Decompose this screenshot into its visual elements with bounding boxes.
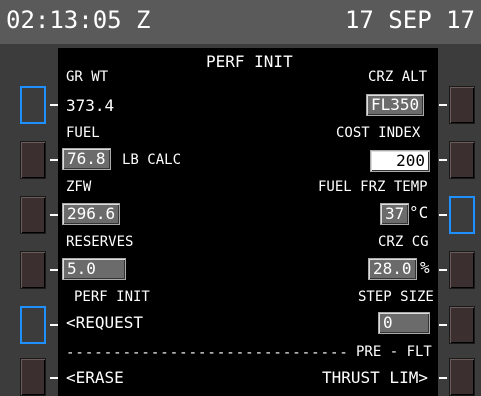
crz-cg-unit: % xyxy=(420,258,430,277)
divider-line: ------------------------------ xyxy=(66,345,349,361)
date-display: 17 SEP 17 xyxy=(344,6,475,34)
time-display: 02:13:05 Z xyxy=(6,6,151,34)
lsk-4l[interactable] xyxy=(20,251,46,289)
lsk-1r-tick xyxy=(439,104,447,106)
perf-init-request-label: PERF INIT xyxy=(74,289,150,305)
lsk-1l[interactable] xyxy=(20,86,46,124)
lsk-1r[interactable] xyxy=(449,86,475,124)
lsk-2r[interactable] xyxy=(449,141,475,179)
fuel-calc-label: LB CALC xyxy=(122,152,182,168)
cost-index-label: COST INDEX xyxy=(336,125,421,141)
lsk-2l-tick xyxy=(50,159,58,161)
lsk-4r-tick xyxy=(439,269,447,271)
lsk-3r-tick xyxy=(439,214,447,216)
crz-alt-label: CRZ ALT xyxy=(368,69,428,85)
cost-index-field[interactable]: 200 xyxy=(370,150,430,172)
lsk-4l-tick xyxy=(50,269,58,271)
lsk-5r-tick xyxy=(439,324,447,326)
lsk-3l-tick xyxy=(50,214,58,216)
pre-flt-label: PRE - FLT xyxy=(356,344,432,360)
zfw-label: ZFW xyxy=(66,179,92,195)
fuel-frz-temp-unit: °C xyxy=(409,203,429,222)
lsk-6l-tick xyxy=(50,377,58,379)
lsk-6l[interactable] xyxy=(20,358,46,396)
lsk-5l[interactable] xyxy=(20,306,46,344)
step-size-label: STEP SIZE xyxy=(358,289,434,305)
reserves-field[interactable]: 5.0 xyxy=(62,258,126,280)
thrust-lim-button[interactable]: THRUST LIM> xyxy=(322,370,428,386)
lsk-3l[interactable] xyxy=(20,196,46,234)
fuel-field[interactable]: 76.8 xyxy=(62,148,111,170)
gr-wt-value[interactable]: 373.4 xyxy=(66,98,114,114)
lsk-6r[interactable] xyxy=(449,358,475,396)
erase-button[interactable]: <ERASE xyxy=(66,370,124,386)
zfw-field[interactable]: 296.6 xyxy=(62,203,121,225)
lsk-3r[interactable] xyxy=(449,196,475,234)
step-size-field[interactable]: 0 xyxy=(378,312,430,334)
lsk-5r[interactable] xyxy=(449,306,475,344)
lsk-2r-tick xyxy=(439,159,447,161)
crz-cg-field[interactable]: 28.0 xyxy=(368,258,417,280)
fuel-frz-temp-label: FUEL FRZ TEMP xyxy=(318,179,428,195)
crz-alt-field[interactable]: FL350 xyxy=(366,94,425,116)
reserves-label: RESERVES xyxy=(66,234,134,250)
header-bar: 02:13:05 Z 17 SEP 17 xyxy=(0,0,481,44)
lsk-4r[interactable] xyxy=(449,251,475,289)
gr-wt-label: GR WT xyxy=(66,69,109,85)
lsk-2l[interactable] xyxy=(20,141,46,179)
page-title: PERF INIT xyxy=(206,52,293,71)
fuel-label: FUEL xyxy=(66,125,100,141)
lsk-1l-tick xyxy=(50,104,58,106)
lsk-5l-tick xyxy=(50,324,58,326)
crz-cg-label: CRZ CG xyxy=(378,234,429,250)
request-button[interactable]: <REQUEST xyxy=(66,315,143,331)
fuel-frz-temp-field[interactable]: 37 xyxy=(380,203,410,225)
lsk-6r-tick xyxy=(439,377,447,379)
